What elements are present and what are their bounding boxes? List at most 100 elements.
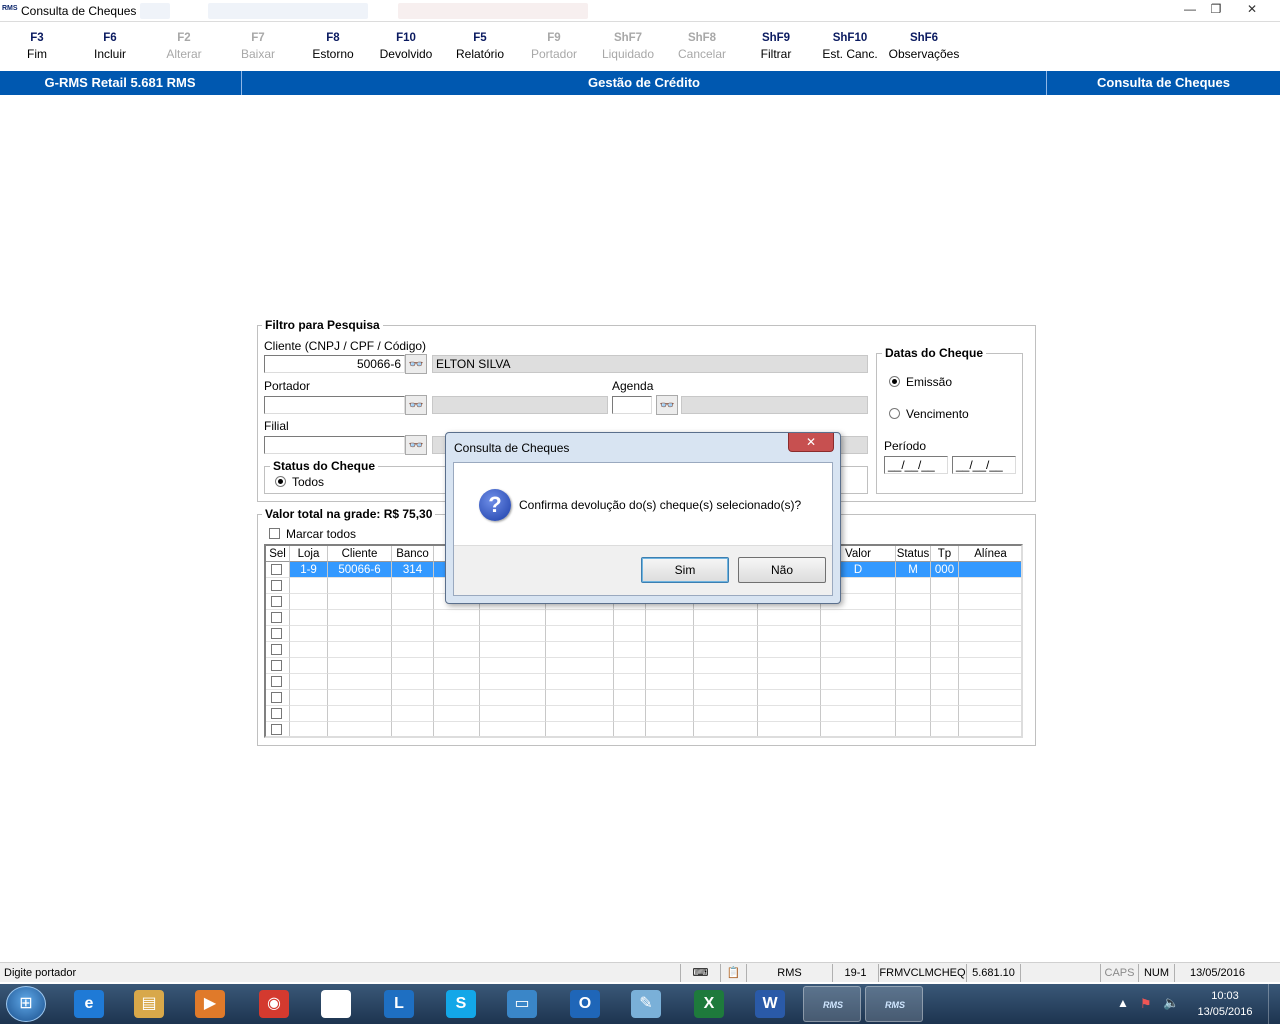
row-select-checkbox[interactable] xyxy=(271,692,282,703)
taskbar-file-explorer-button[interactable]: ▤ xyxy=(120,986,178,1022)
row-select-checkbox[interactable] xyxy=(271,612,282,623)
tray-expand-icon[interactable]: ▲ xyxy=(1117,996,1129,1010)
agenda-search-icon[interactable]: 👓 xyxy=(656,395,678,415)
row-select-checkbox[interactable] xyxy=(271,660,282,671)
fkey-liquidado-button[interactable]: ShF7 Liquidado xyxy=(591,28,665,61)
table-cell xyxy=(959,610,1021,626)
fkey-baixar-button[interactable]: F7 Baixar xyxy=(221,28,295,61)
fkey-filtrar-button[interactable]: ShF9 Filtrar xyxy=(739,28,813,61)
column-header[interactable]: Cliente xyxy=(328,546,392,562)
cliente-search-icon[interactable]: 👓 xyxy=(405,354,427,374)
taskbar-outlook-button[interactable]: O xyxy=(556,986,614,1022)
table-row[interactable] xyxy=(266,610,1021,626)
close-button[interactable]: ✕ xyxy=(1236,0,1268,18)
fkey-observações-button[interactable]: ShF6 Observações xyxy=(887,28,961,61)
taskbar-app-grid-button[interactable]: ▦ xyxy=(307,986,365,1022)
table-row[interactable] xyxy=(266,642,1021,658)
column-header[interactable]: Loja xyxy=(290,546,328,562)
taskbar-word-button[interactable]: W xyxy=(741,986,799,1022)
fkey-estorno-button[interactable]: F8 Estorno xyxy=(296,28,370,61)
filial-input[interactable] xyxy=(264,436,405,454)
taskbar-rms-2-button[interactable]: RMS xyxy=(865,986,923,1022)
lync-icon: L xyxy=(384,990,414,1018)
row-select-checkbox[interactable] xyxy=(271,708,282,719)
table-row[interactable] xyxy=(266,626,1021,642)
status-todos-radio[interactable] xyxy=(275,476,286,487)
column-header[interactable]: Sel xyxy=(266,546,290,562)
table-cell xyxy=(694,674,758,690)
show-desktop-button[interactable] xyxy=(1268,984,1280,1024)
table-cell xyxy=(694,642,758,658)
row-select-checkbox[interactable]: ✔ xyxy=(271,564,282,575)
sim-button[interactable]: Sim xyxy=(641,557,729,583)
taskbar-skype-button[interactable]: S xyxy=(432,986,490,1022)
row-select-checkbox[interactable] xyxy=(271,676,282,687)
action-center-flag-icon[interactable]: ⚑ xyxy=(1140,996,1152,1012)
row-select-checkbox[interactable] xyxy=(271,644,282,655)
row-select-checkbox[interactable] xyxy=(271,596,282,607)
row-select-checkbox[interactable] xyxy=(271,724,282,735)
table-cell xyxy=(931,594,959,610)
fkey-label: Filtrar xyxy=(760,47,792,61)
date-to-input[interactable]: __/__/__ xyxy=(952,456,1016,474)
fkey-shortcut: ShF6 xyxy=(909,32,939,44)
table-cell xyxy=(614,610,646,626)
taskbar-internet-explorer-button[interactable]: e xyxy=(60,986,118,1022)
row-select-checkbox[interactable] xyxy=(271,628,282,639)
taskbar-chrome-button[interactable]: ◉ xyxy=(245,986,303,1022)
agenda-label: Agenda xyxy=(612,379,654,393)
status-hint: Digite portador xyxy=(4,967,77,979)
taskbar-excel-button[interactable]: X xyxy=(680,986,738,1022)
maximize-button[interactable]: ❐ xyxy=(1200,0,1232,18)
clock-date[interactable]: 13/05/2016 xyxy=(1192,1006,1258,1018)
sel-cell xyxy=(266,722,290,736)
table-row[interactable] xyxy=(266,690,1021,706)
table-cell xyxy=(328,690,392,706)
column-header[interactable]: Alínea xyxy=(959,546,1021,562)
column-header[interactable]: Banco xyxy=(392,546,434,562)
table-cell xyxy=(434,706,480,722)
table-row[interactable] xyxy=(266,706,1021,722)
row-select-checkbox[interactable] xyxy=(271,580,282,591)
sel-cell xyxy=(266,658,290,674)
taskbar-media-player-button[interactable]: ▶ xyxy=(181,986,239,1022)
marcar-todos-label: Marcar todos xyxy=(286,527,357,541)
emissao-radio[interactable] xyxy=(889,376,900,387)
taskbar-rms-1-button[interactable]: RMS xyxy=(803,986,861,1022)
dialog-close-button[interactable]: ✕ xyxy=(788,433,834,452)
taskbar-notepad-button[interactable]: ✎ xyxy=(617,986,675,1022)
cliente-input[interactable]: 50066-6 xyxy=(264,355,405,373)
portador-search-icon[interactable]: 👓 xyxy=(405,395,427,415)
table-cell xyxy=(646,706,694,722)
table-cell xyxy=(694,706,758,722)
filial-search-icon[interactable]: 👓 xyxy=(405,435,427,455)
fkey-fim-button[interactable]: F3 Fim xyxy=(0,28,74,61)
fkey-shortcut: ShF9 xyxy=(761,32,791,44)
table-cell xyxy=(328,642,392,658)
dialog-message: Confirma devolução do(s) cheque(s) selec… xyxy=(519,498,802,512)
table-row[interactable] xyxy=(266,722,1021,736)
column-header[interactable]: Tp xyxy=(931,546,959,562)
table-row[interactable] xyxy=(266,674,1021,690)
taskbar-remote-desktop-button[interactable]: ▭ xyxy=(493,986,551,1022)
taskbar-lync-button[interactable]: L xyxy=(370,986,428,1022)
start-button[interactable]: ⊞ xyxy=(6,986,46,1022)
column-header[interactable]: Status xyxy=(896,546,931,562)
portador-input[interactable] xyxy=(264,396,405,414)
volume-icon[interactable]: 🔈 xyxy=(1163,995,1179,1011)
date-from-input[interactable]: __/__/__ xyxy=(884,456,948,474)
fkey-relatório-button[interactable]: F5 Relatório xyxy=(443,28,517,61)
fkey-devolvido-button[interactable]: F10 Devolvido xyxy=(369,28,443,61)
fkey-incluir-button[interactable]: F6 Incluir xyxy=(73,28,147,61)
agenda-input[interactable] xyxy=(612,396,652,414)
fkey-alterar-button[interactable]: F2 Alterar xyxy=(147,28,221,61)
nao-button[interactable]: Não xyxy=(738,557,826,583)
clock-time[interactable]: 10:03 xyxy=(1200,990,1250,1002)
fkey-cancelar-button[interactable]: ShF8 Cancelar xyxy=(665,28,739,61)
table-cell xyxy=(328,706,392,722)
marcar-todos-checkbox[interactable] xyxy=(269,528,280,539)
fkey-est-canc-button[interactable]: ShF10 Est. Canc. xyxy=(813,28,887,61)
fkey-portador-button[interactable]: F9 Portador xyxy=(517,28,591,61)
table-row[interactable] xyxy=(266,658,1021,674)
vencimento-radio[interactable] xyxy=(889,408,900,419)
